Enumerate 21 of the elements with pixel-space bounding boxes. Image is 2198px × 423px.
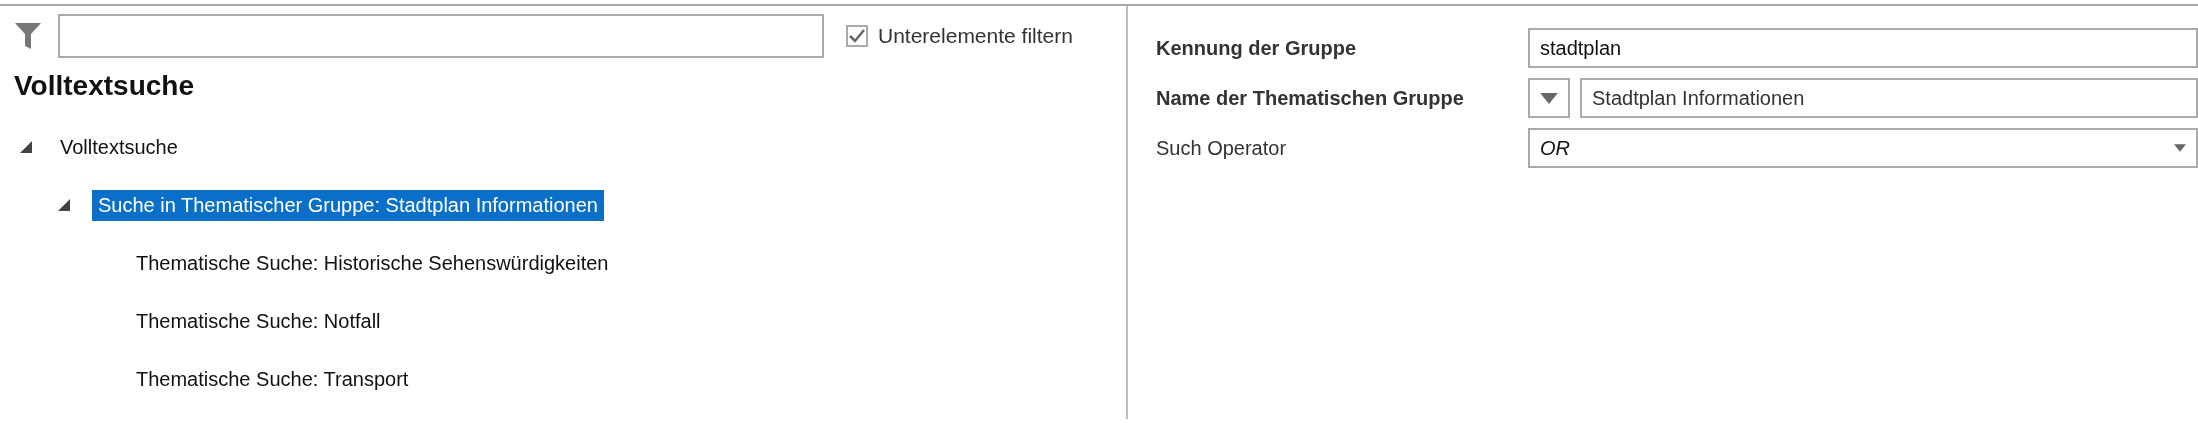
checkbox-label: Unterelemente filtern bbox=[878, 24, 1073, 48]
tree-item[interactable]: Thematische Suche: Notfall bbox=[130, 305, 387, 337]
tree-item[interactable]: Volltextsuche bbox=[54, 131, 184, 163]
operator-dropdown[interactable]: OR bbox=[1528, 128, 2198, 168]
expanded-icon[interactable] bbox=[58, 199, 70, 211]
panel-title: Volltextsuche bbox=[14, 70, 195, 102]
expanded-icon[interactable] bbox=[20, 141, 32, 153]
field-label: Name der Thematischen Gruppe bbox=[1156, 86, 1464, 110]
caret-icon bbox=[2174, 144, 2186, 152]
filter-icon bbox=[14, 21, 42, 51]
tree-item[interactable]: Thematische Suche: Transport bbox=[130, 363, 415, 395]
tree-item[interactable]: Thematische Suche: Historische Sehenswürdigkeiten bbox=[130, 247, 615, 279]
filter-field[interactable] bbox=[58, 14, 824, 58]
caret-icon bbox=[1540, 92, 1558, 104]
dropdown-button[interactable] bbox=[1528, 78, 1570, 118]
name-field[interactable]: Stadtplan Informationen bbox=[1580, 78, 2198, 118]
filter-checkbox[interactable] bbox=[846, 25, 868, 47]
id-field[interactable]: stadtplan bbox=[1528, 28, 2198, 68]
field-label: Kennung der Gruppe bbox=[1156, 36, 1356, 60]
tree-item[interactable]: Suche in Thematischer Gruppe: Stadtplan Informationen bbox=[92, 189, 604, 221]
field-label: Such Operator bbox=[1156, 136, 1287, 160]
